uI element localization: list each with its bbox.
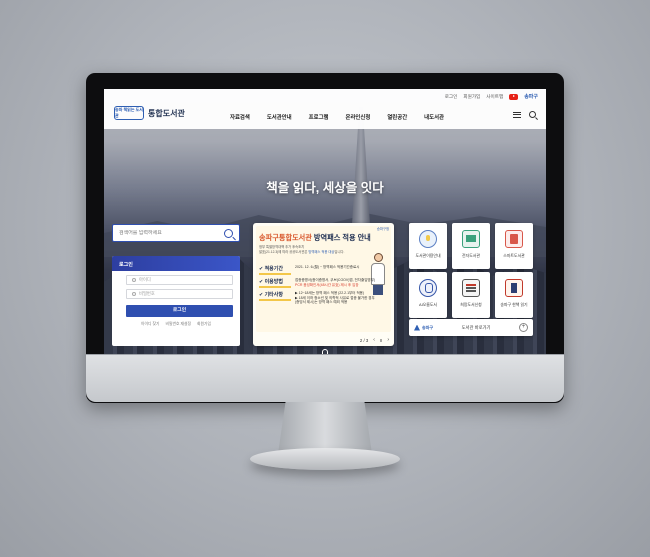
tile-label: 희망도서신청 bbox=[460, 302, 482, 307]
tile-e-library[interactable]: 전자도서관 bbox=[452, 223, 490, 269]
district-logo[interactable]: 송파구 bbox=[524, 93, 538, 100]
logo-mark: 송파 책읽는 도서관 bbox=[114, 106, 144, 120]
login-panel: 로그인 아이디 비밀번호 로그인 아이디 찾기 비밀번호 재설정 회원가입 bbox=[112, 256, 240, 346]
signup-link[interactable]: 회원가입 bbox=[463, 94, 480, 100]
login-link[interactable]: 로그인 bbox=[445, 94, 458, 100]
notice-banner[interactable]: 송파구청 송파구통합도서관 방역패스 적용 안내 정부 특별방역대책 추가 후속… bbox=[253, 223, 394, 346]
tile-one-book[interactable]: 송파구 한책 읽기 bbox=[495, 272, 533, 318]
password-field[interactable]: 비밀번호 bbox=[126, 289, 233, 299]
tile-smart-library[interactable]: 스마트도서관 bbox=[495, 223, 533, 269]
reset-password-link[interactable]: 비밀번호 재설정 bbox=[166, 322, 192, 327]
search-button-icon[interactable] bbox=[224, 228, 233, 238]
notice-title-rest: 방역패스 적용 안내 bbox=[311, 233, 371, 242]
search-icon[interactable] bbox=[529, 111, 536, 118]
notice-row-etc: ✔ 기타사항 ▶ 12~18세는 방역 패스 적용 (22.2.1부터 적용) … bbox=[259, 291, 377, 305]
notice-rows: ✔ 적용기간 2021. 12. 6.(월) ~ 방역패스 적용기간종료시 ✔ … bbox=[259, 265, 377, 308]
request-icon bbox=[462, 279, 480, 297]
notice-subtitle: 정부 특별방역대책 추가 후속조치 발표(21.12.3)에 따라 공공도서관은… bbox=[259, 245, 359, 254]
smart-library-icon bbox=[505, 230, 523, 248]
tile-label: AI오름도서 bbox=[419, 302, 437, 307]
nav-item-online-apply[interactable]: 온라인신청 bbox=[346, 113, 371, 121]
login-button[interactable]: 로그인 bbox=[126, 305, 233, 317]
district-mark-icon bbox=[414, 324, 420, 331]
row-value: ▶ 12~18세는 방역 패스 적용 (22.2.1부터 적용) ▶ 18세 이… bbox=[295, 291, 375, 305]
user-icon bbox=[132, 278, 136, 282]
notice-row-method: ✔ 이용방법 접종증명서(종이증명서, 쿠브(COOV)앱, 전자출입명부) P… bbox=[259, 278, 377, 288]
notice-subtitle-2a: 발표(21.12.3)에 따라 공공도서관은 bbox=[259, 249, 309, 254]
row-value-line: PCR 음성확인서(48시간 유효) 제시 후 입장 bbox=[295, 282, 359, 287]
shortcut-label: 도서관 바로가기 bbox=[461, 324, 491, 330]
notice-subtitle-2c: 입니다. bbox=[334, 249, 345, 254]
nav-item-program[interactable]: 프로그램 bbox=[309, 113, 329, 121]
logo-title: 통합도서관 bbox=[148, 108, 185, 118]
monitor-base bbox=[250, 448, 400, 470]
lock-icon bbox=[132, 292, 136, 296]
youtube-icon[interactable] bbox=[509, 93, 519, 100]
notice-pager: 2 / 3 ‹ II › bbox=[360, 337, 389, 343]
tile-label: 전자도서관 bbox=[462, 253, 480, 258]
tile-book-request[interactable]: 희망도서신청 bbox=[452, 272, 490, 318]
next-arrow-icon[interactable]: › bbox=[387, 337, 389, 343]
lightbulb-icon bbox=[419, 230, 437, 248]
row-label: ✔ 이용방법 bbox=[259, 278, 291, 288]
prev-arrow-icon[interactable]: ‹ bbox=[373, 337, 375, 343]
header-icons bbox=[513, 111, 536, 118]
ebook-icon bbox=[462, 230, 480, 248]
nav-item-search[interactable]: 자료검색 bbox=[230, 113, 250, 121]
district-logo-text: 송파구 bbox=[422, 324, 434, 330]
row-value: 2021. 12. 6.(월) ~ 방역패스 적용기간종료시 bbox=[295, 265, 360, 269]
site-logo[interactable]: 송파 책읽는 도서관 통합도서관 bbox=[114, 105, 185, 121]
notice-row-period: ✔ 적용기간 2021. 12. 6.(월) ~ 방역패스 적용기간종료시 bbox=[259, 265, 377, 275]
notice-title: 송파구통합도서관 방역패스 적용 안내 bbox=[259, 233, 371, 243]
screen: 송파 책읽는 도서관 통합도서관 로그인 회원가입 사이트맵 송파구 자료검색 … bbox=[104, 89, 546, 381]
tile-label: 도서관이용안내 bbox=[415, 253, 441, 258]
main-nav: 자료검색 도서관안내 프로그램 온라인신청 열린공간 내도서관 bbox=[230, 113, 444, 121]
sitemap-link[interactable]: 사이트맵 bbox=[486, 94, 503, 100]
search-input[interactable] bbox=[119, 230, 209, 236]
join-link[interactable]: 회원가입 bbox=[197, 322, 211, 327]
notice-subtitle-line2: 발표(21.12.3)에 따라 공공도서관은 방역패스 적용 대상입니다. bbox=[259, 250, 359, 255]
id-placeholder: 아이디 bbox=[139, 277, 151, 282]
hero-slogan: 책을 읽다, 세상을 잇다 bbox=[266, 181, 384, 195]
tile-label: 스마트도서관 bbox=[503, 253, 525, 258]
nav-item-library-info[interactable]: 도서관안내 bbox=[267, 113, 292, 121]
id-field[interactable]: 아이디 bbox=[126, 275, 233, 285]
notice-subtitle-2b: 방역패스 적용 대상 bbox=[308, 249, 335, 254]
district-logo: 송파구 bbox=[414, 324, 434, 331]
utility-nav: 로그인 회원가입 사이트맵 송파구 bbox=[445, 93, 538, 100]
tile-ai-books[interactable]: AI오름도서 bbox=[409, 272, 447, 318]
notice-title-main: 송파구통합도서관 bbox=[259, 233, 312, 242]
search-bar bbox=[112, 224, 240, 242]
site-header: 송파 책읽는 도서관 통합도서관 로그인 회원가입 사이트맵 송파구 자료검색 … bbox=[104, 89, 546, 129]
notice-district: 송파구청 bbox=[376, 227, 389, 231]
monitor-chin bbox=[86, 354, 564, 402]
hamburger-menu-icon[interactable] bbox=[513, 111, 521, 118]
tile-label: 송파구 한책 읽기 bbox=[500, 302, 528, 307]
row-value-line: (증빙서 제시)는 방역 패스 예외 적용 bbox=[295, 300, 348, 305]
row-label: ✔ 기타사항 bbox=[259, 291, 291, 301]
one-book-icon bbox=[505, 279, 523, 297]
row-value: 접종증명서(종이증명서, 쿠브(COOV)앱, 전자출입명부) PCR 음성확인… bbox=[295, 278, 375, 287]
row-label: ✔ 적용기간 bbox=[259, 265, 291, 275]
library-shortcut[interactable]: 송파구 도서관 바로가기 + bbox=[409, 319, 533, 336]
tile-library-guide[interactable]: 도서관이용안내 bbox=[409, 223, 447, 269]
pause-icon[interactable]: II bbox=[380, 338, 382, 343]
pager-count: 2 / 3 bbox=[359, 337, 369, 343]
login-title: 로그인 bbox=[112, 256, 240, 271]
nav-item-open-space[interactable]: 열린공간 bbox=[387, 113, 407, 121]
ai-robot-icon bbox=[419, 279, 437, 297]
figure-head bbox=[373, 253, 383, 262]
nav-item-my-library[interactable]: 내도서관 bbox=[424, 113, 444, 121]
plus-icon[interactable]: + bbox=[519, 323, 528, 332]
find-id-link[interactable]: 아이디 찾기 bbox=[141, 322, 160, 327]
login-links: 아이디 찾기 비밀번호 재설정 회원가입 bbox=[112, 322, 240, 327]
password-placeholder: 비밀번호 bbox=[139, 291, 155, 296]
monitor-stand bbox=[278, 402, 372, 454]
